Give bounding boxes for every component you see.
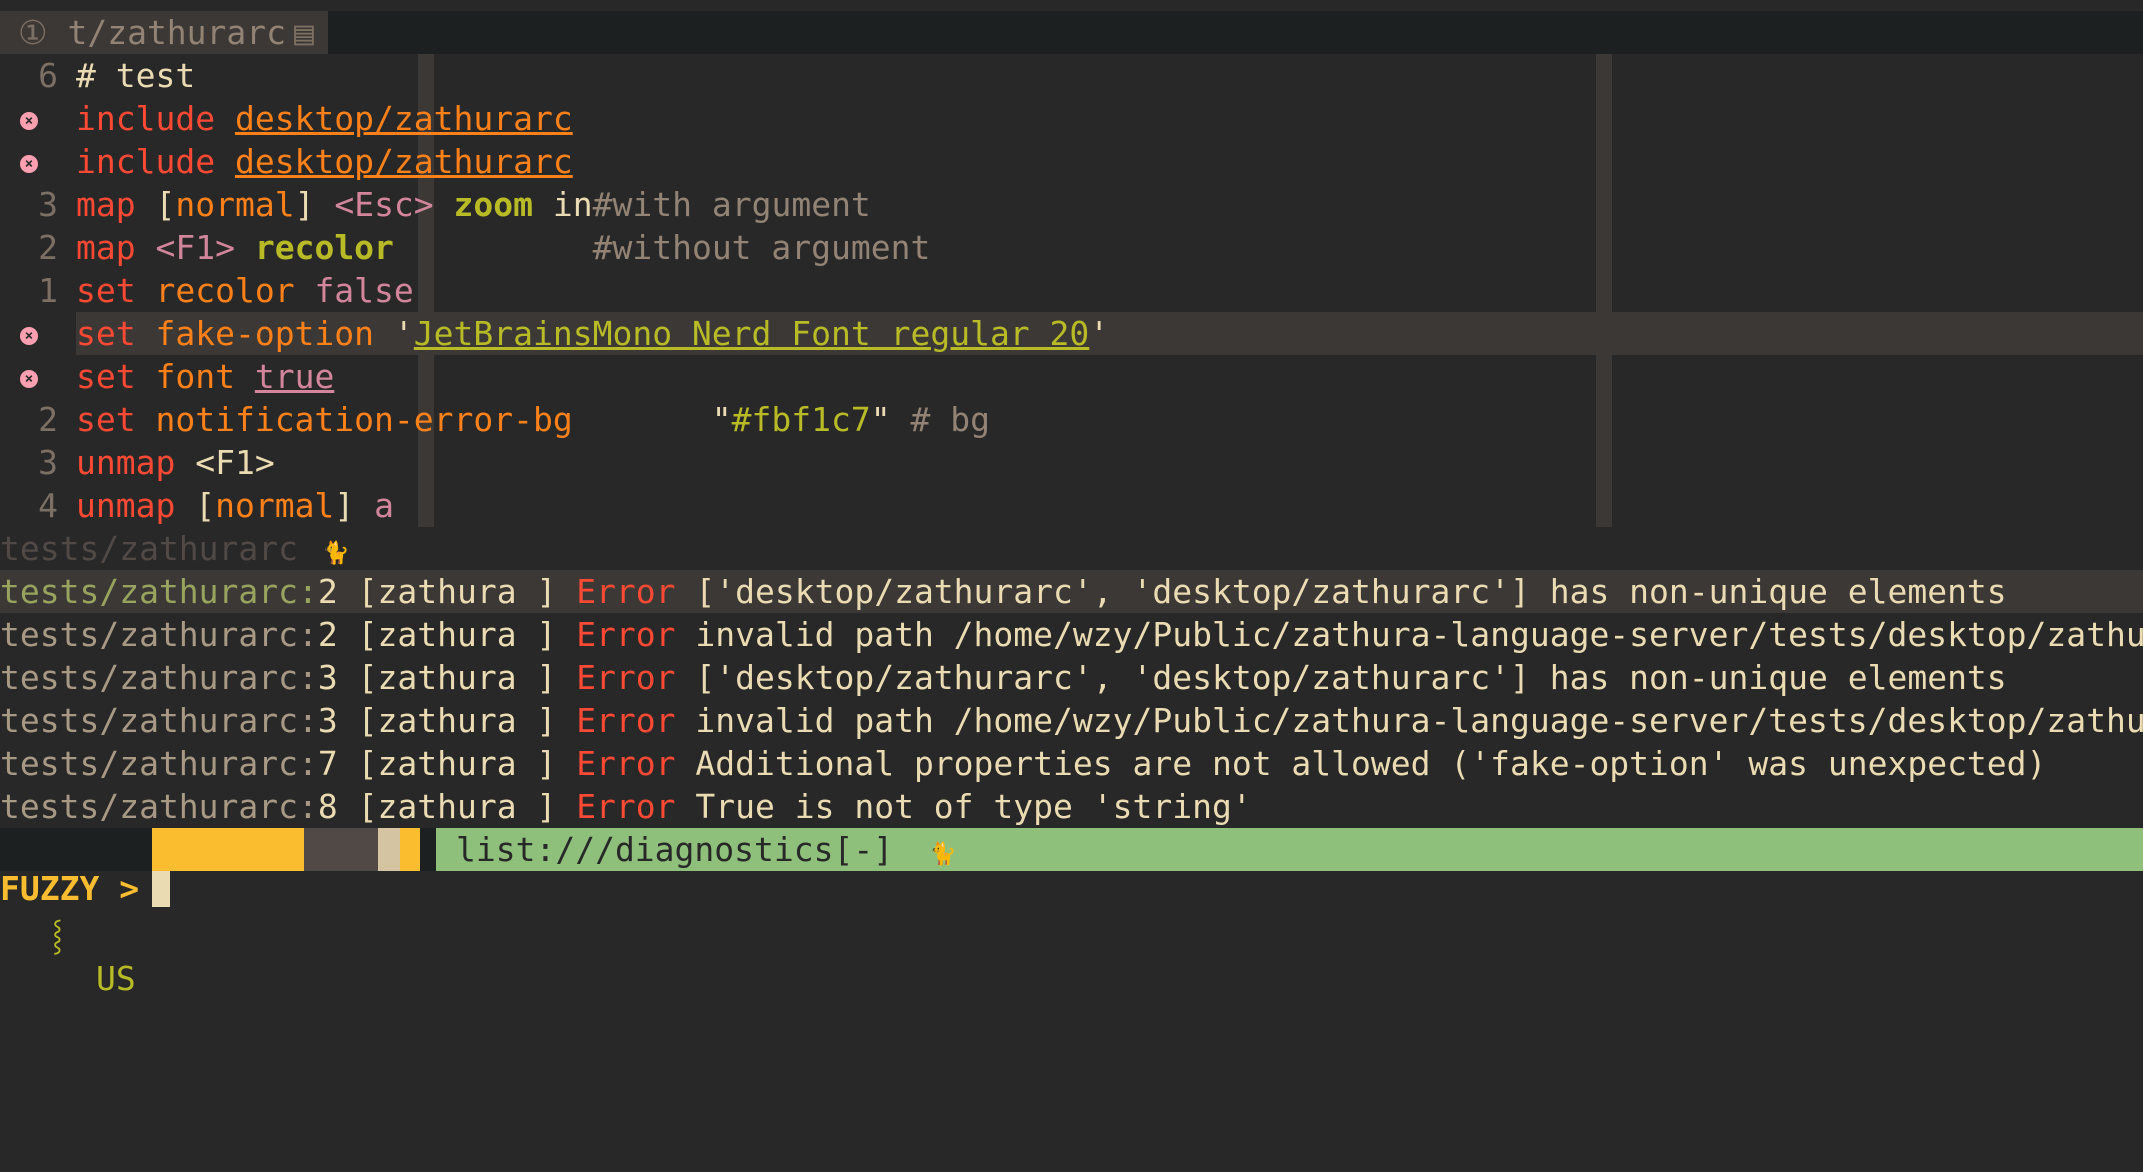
cat-icon: 🐈 (929, 842, 957, 867)
diagnostic-row[interactable]: tests/zathurarc:3 [zathura ] Error ['des… (0, 656, 2143, 699)
code-line[interactable]: include desktop/zathurarc (76, 97, 573, 140)
line-number: 4 (38, 486, 58, 525)
statusline-buffer-name: list:///diagnostics[-] 🐈 (456, 830, 957, 869)
diagnostic-row[interactable]: tests/zathurarc:7 [zathura ] Error Addit… (0, 742, 2143, 785)
inactive-statusline[interactable]: tests/zathurarc 🐈 (0, 527, 2143, 570)
include-path[interactable]: desktop/zathurarc (235, 99, 573, 138)
diagnostic-row[interactable]: tests/zathurarc:3 [zathura ] Error inval… (0, 699, 2143, 742)
error-sign[interactable]: × (0, 97, 58, 140)
line-number: 6 (38, 56, 58, 95)
statusline-battery-section: ♡ 96% (152, 828, 304, 955)
statusline-mode-section: ✲ ⸾ US (0, 828, 152, 998)
color-column (1596, 54, 1612, 527)
tabline: ① t/zathurarc ▤ (0, 11, 2143, 54)
line-number: 1 (38, 271, 58, 310)
line-number: 2 (38, 400, 58, 439)
error-sign[interactable]: × (0, 312, 58, 355)
diagnostic-row[interactable]: tests/zathurarc:8 [zathura ] Error True … (0, 785, 2143, 828)
statusline-separator (420, 828, 436, 871)
statusline: ✲ ⸾ US ♡ 96% list:///diagnostics[-]🐈 (0, 828, 2143, 998)
text-cursor (152, 871, 170, 907)
squiggle-icon: ⸾ (52, 918, 63, 953)
statusline-separator (378, 828, 400, 871)
input-language: US (96, 959, 136, 998)
file-icon: ▤ (294, 13, 314, 52)
statusline-filename: tests/zathurarc (0, 529, 299, 568)
diagnostic-row[interactable]: tests/zathurarc:2 [zathura ] Error inval… (0, 613, 2143, 656)
line-number: 2 (38, 228, 58, 267)
include-path[interactable]: desktop/zathurarc (235, 142, 573, 181)
line-number: 3 (38, 185, 58, 224)
code-line[interactable]: map [normal] <Esc> zoom in#with argument (76, 183, 871, 226)
diagnostic-row[interactable]: tests/zathurarc:2 [zathura ] Error ['des… (0, 570, 2143, 613)
statusline-separator (304, 828, 378, 871)
code-line[interactable]: set notification-error-bg "#fbf1c7" # bg (76, 398, 990, 441)
cat-icon: 🐈 (322, 541, 350, 566)
line-number: 3 (38, 443, 58, 482)
error-icon: × (20, 154, 38, 173)
battery-percent: 96% (228, 916, 288, 955)
tab-title: t/zathurarc (67, 13, 287, 52)
error-sign[interactable]: × (0, 355, 58, 398)
code-line[interactable]: include desktop/zathurarc (76, 140, 573, 183)
code-line-current[interactable]: set fake-option 'JetBrainsMono Nerd Font… (76, 312, 1109, 355)
code-line[interactable]: set recolor false (76, 269, 414, 312)
error-sign[interactable]: × (0, 140, 58, 183)
code-line[interactable]: map <F1> recolor #without argument (76, 226, 930, 269)
error-icon: × (20, 369, 38, 388)
error-icon: × (20, 111, 38, 130)
command-line[interactable]: FUZZY > (0, 871, 2143, 907)
editor-pane[interactable]: 6 × × 3 2 1 × × 2 3 4 # test include des… (0, 54, 2143, 527)
code-line[interactable]: unmap <F1> (76, 441, 275, 484)
fuzzy-prompt: FUZZY > (0, 869, 140, 908)
tab-number: ① (18, 13, 48, 52)
code-line[interactable]: set font true (76, 355, 334, 398)
error-icon: × (20, 326, 38, 345)
code-line[interactable]: # test (76, 54, 195, 97)
tab-zathurarc[interactable]: ① t/zathurarc ▤ (0, 11, 328, 54)
diagnostics-list[interactable]: tests/zathurarc:2 [zathura ] Error ['des… (0, 570, 2143, 828)
top-strip (0, 0, 2143, 11)
code-line[interactable]: unmap [normal] a (76, 484, 394, 527)
statusline-separator (400, 828, 420, 871)
